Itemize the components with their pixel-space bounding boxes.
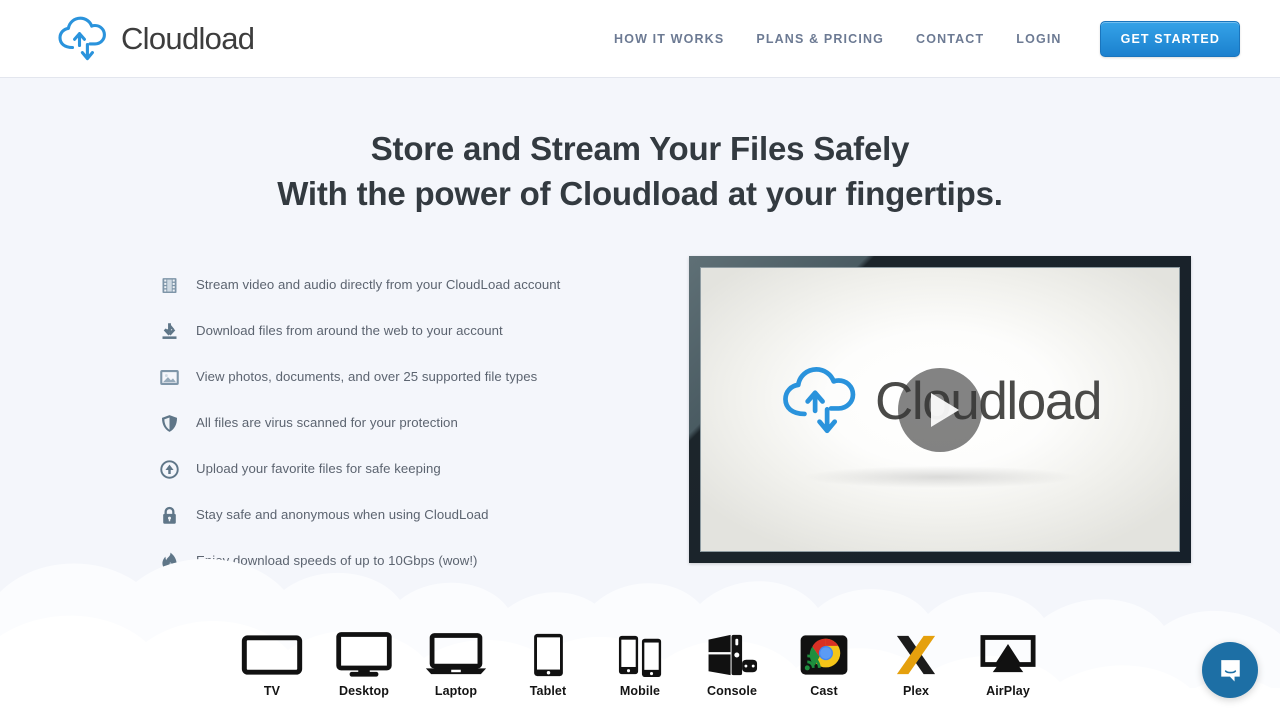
flame-icon [156, 548, 182, 574]
chat-bubble-icon [1220, 659, 1240, 681]
logo-drop-shadow [805, 466, 1075, 489]
device-label: Console [706, 684, 757, 698]
device-label: Cast [810, 684, 838, 698]
supported-devices: TV Desktop Laptop Tablet Mobile Console … [0, 631, 1280, 698]
list-item: Stay safe and anonymous when using Cloud… [156, 492, 626, 538]
list-item: All files are virus scanned for your pro… [156, 400, 626, 446]
device-label: TV [263, 684, 281, 698]
play-triangle [930, 392, 959, 427]
shield-icon [156, 410, 182, 436]
video-poster: Cloudload [700, 267, 1180, 552]
desktop-monitor-icon [336, 631, 392, 679]
feature-label: Upload your favorite files for safe keep… [196, 461, 441, 477]
main-navigation: HOW IT WORKS PLANS & PRICING CONTACT LOG… [598, 20, 1240, 57]
feature-label: All files are virus scanned for your pro… [196, 415, 458, 431]
photo-icon [156, 364, 182, 390]
game-console-icon [705, 631, 760, 679]
nav-link-contact[interactable]: CONTACT [900, 32, 1000, 46]
tablet-icon [532, 631, 565, 679]
chromecast-icon [799, 631, 849, 679]
device-label: Mobile [619, 684, 661, 698]
cloud-upload-download-icon [56, 14, 112, 64]
device-label: Desktop [338, 684, 390, 698]
cloud-upload-download-icon [779, 363, 865, 439]
feature-label: Download files from around the web to yo… [196, 323, 503, 339]
upload-circle-icon [156, 456, 182, 482]
device-label: Laptop [434, 684, 478, 698]
device-plex[interactable]: Plex [879, 631, 953, 698]
feature-label: Stream video and audio directly from you… [196, 277, 561, 293]
laptop-icon [424, 631, 488, 679]
device-label: Plex [902, 684, 930, 698]
tv-icon [240, 631, 304, 679]
brand-logo[interactable]: Cloudload [56, 14, 255, 64]
feature-label: View photos, documents, and over 25 supp… [196, 369, 538, 385]
headline-line-2: With the power of Cloudload at your fing… [277, 175, 1003, 212]
plex-x-icon [895, 631, 937, 679]
film-strip-icon [156, 272, 182, 298]
site-header: Cloudload HOW IT WORKS PLANS & PRICING C… [0, 0, 1280, 78]
list-item: View photos, documents, and over 25 supp… [156, 354, 626, 400]
feature-label: Enjoy download speeds of up to 10Gbps (w… [196, 553, 478, 569]
device-airplay[interactable]: AirPlay [971, 631, 1045, 698]
list-item: Download files from around the web to yo… [156, 308, 626, 354]
list-item: Enjoy download speeds of up to 10Gbps (w… [156, 538, 626, 584]
device-tv[interactable]: TV [235, 631, 309, 698]
device-label: Tablet [529, 684, 567, 698]
promo-video-player[interactable]: Cloudload [689, 256, 1191, 563]
list-item: Upload your favorite files for safe keep… [156, 446, 626, 492]
feature-label: Stay safe and anonymous when using Cloud… [196, 507, 489, 523]
headline-line-1: Store and Stream Your Files Safely [370, 130, 910, 167]
device-label: AirPlay [986, 684, 1030, 698]
device-tablet[interactable]: Tablet [511, 631, 585, 698]
device-mobile[interactable]: Mobile [603, 631, 677, 698]
download-icon [156, 318, 182, 344]
device-laptop[interactable]: Laptop [419, 631, 493, 698]
nav-link-login[interactable]: LOGIN [1000, 32, 1077, 46]
nav-link-plans-pricing[interactable]: PLANS & PRICING [740, 32, 900, 46]
mobile-phones-icon [617, 631, 664, 679]
get-started-button[interactable]: GET STARTED [1099, 20, 1240, 57]
device-desktop[interactable]: Desktop [327, 631, 401, 698]
page-title: Store and Stream Your Files Safely With … [0, 126, 1280, 216]
device-cast[interactable]: Cast [787, 631, 861, 698]
hero-section: Store and Stream Your Files Safely With … [0, 78, 1280, 720]
nav-link-how-it-works[interactable]: HOW IT WORKS [598, 32, 740, 46]
list-item: Stream video and audio directly from you… [156, 262, 626, 308]
device-console[interactable]: Console [695, 631, 769, 698]
airplay-icon [980, 631, 1036, 679]
brand-name: Cloudload [121, 21, 255, 56]
feature-list: Stream video and audio directly from you… [156, 262, 626, 584]
intercom-messenger-icon[interactable] [1202, 642, 1258, 698]
lock-icon [156, 502, 182, 528]
play-icon[interactable] [898, 367, 982, 452]
